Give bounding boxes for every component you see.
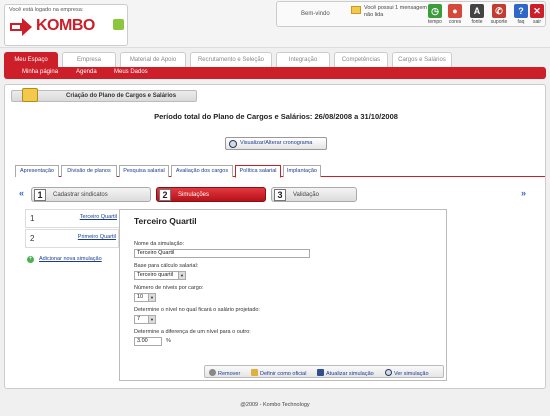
envelope-icon[interactable] xyxy=(351,6,361,14)
company-logo-box: Você está logado na empresa: KOMBO xyxy=(4,4,128,46)
magnifier-icon xyxy=(229,140,237,148)
nav-tab-meu-espaco[interactable]: Meu Espaço xyxy=(4,52,58,67)
name-label: Nome da simulação: xyxy=(134,241,185,247)
set-official-button[interactable]: Definir como oficial xyxy=(251,369,306,377)
user-box: Bem-vindo Você possui 1 mensagem não lid… xyxy=(276,1,546,27)
projected-label: Determine o nível no qual ficará o salár… xyxy=(134,307,260,313)
clock-icon: ◷ xyxy=(428,4,442,18)
simulation-toolbar: Remover Definir como oficial Atualizar s… xyxy=(204,365,444,378)
diff-label: Determine a diferença de um nível para o… xyxy=(134,329,251,335)
nav-tab-integracao[interactable]: Integração xyxy=(276,52,330,67)
nav-tab-cargos-salarios[interactable]: Cargos e Salários xyxy=(392,52,452,67)
font-icon: A xyxy=(470,4,484,18)
exit-icon: ✕ xyxy=(530,4,544,18)
nav-tab-material-apoio[interactable]: Material de Apoio xyxy=(120,52,186,67)
view-schedule-button[interactable]: Visualizar/Alterar cronograma xyxy=(225,137,327,150)
nav-tab-empresa[interactable]: Empresa xyxy=(62,52,116,67)
nav-tab-competencias[interactable]: Competências xyxy=(334,52,388,67)
hand-icon xyxy=(251,369,258,376)
tool-suporte[interactable]: ✆ suporte xyxy=(489,4,509,25)
simulation-link[interactable]: Terceiro Quartil xyxy=(80,214,117,220)
section-title: Criação do Plano de Cargos e Salários xyxy=(66,93,177,99)
subnav-agenda[interactable]: Agenda xyxy=(76,69,97,75)
puzzle-icon xyxy=(22,88,38,102)
projected-select[interactable]: 7 ▼ xyxy=(134,315,156,324)
remove-icon xyxy=(209,369,216,376)
view-schedule-label: Visualizar/Alterar cronograma xyxy=(240,140,313,146)
save-icon xyxy=(317,369,324,376)
previous-step-arrow-icon[interactable]: « xyxy=(19,188,24,198)
simulation-title: Terceiro Quartil xyxy=(134,216,197,226)
magnifier-icon xyxy=(385,369,392,376)
difference-input[interactable]: 3.00 xyxy=(134,337,162,346)
levels-select[interactable]: 10 ▼ xyxy=(134,293,156,302)
list-item: 2 Primeiro Quartil xyxy=(25,229,119,248)
section-banner: Criação do Plano de Cargos e Salários xyxy=(11,88,197,102)
sub-nav: Minha página Agenda Meus Dados xyxy=(4,67,546,79)
faq-icon: ? xyxy=(514,4,528,18)
content-panel: Criação do Plano de Cargos e Salários Pe… xyxy=(4,84,546,389)
kombo-arrow-icon xyxy=(10,18,32,36)
footer: @2009 - Kombo Technology xyxy=(240,402,310,408)
tool-cores[interactable]: ● cores xyxy=(445,4,465,25)
tab-implantacao[interactable]: Implantação xyxy=(283,165,321,177)
logo-caption: Você está logado na empresa: xyxy=(9,7,84,13)
next-step-arrow-icon[interactable]: » xyxy=(521,188,526,198)
step-simulacoes[interactable]: 2 Simulações xyxy=(156,187,266,202)
view-simulation-button[interactable]: Ver simulação xyxy=(385,369,429,377)
logo-badge-icon xyxy=(113,19,124,30)
tab-avaliacao-cargos[interactable]: Avaliação dos cargos xyxy=(171,165,233,177)
tool-tempo[interactable]: ◷ tempo xyxy=(425,4,445,25)
welcome-text: Bem-vindo xyxy=(301,11,330,17)
subnav-minha-pagina[interactable]: Minha página xyxy=(22,69,58,75)
plan-tabs: Apresentação Divisão de planos Pesquisa … xyxy=(15,163,545,178)
base-select[interactable]: Terceiro quartil ▼ xyxy=(134,271,186,280)
chevron-down-icon: ▼ xyxy=(148,316,155,323)
tool-fonte[interactable]: A fonte xyxy=(467,4,487,25)
unread-messages-link[interactable]: Você possui 1 mensagem não lida xyxy=(364,5,434,19)
simulation-name-input[interactable]: Terceiro Quartil xyxy=(134,249,310,258)
main-nav: Meu Espaço Empresa Material de Apoio Rec… xyxy=(4,52,546,67)
tab-apresentacao[interactable]: Apresentação xyxy=(15,165,59,177)
plus-icon: + xyxy=(27,256,34,263)
step-validacao[interactable]: 3 Validação xyxy=(271,187,357,202)
chevron-down-icon: ▼ xyxy=(148,294,155,301)
step-cadastrar-sindicatos[interactable]: 1 Cadastrar sindicatos xyxy=(31,187,151,202)
nav-tab-recrutamento[interactable]: Recrutamento e Seleção xyxy=(190,52,272,67)
tab-divisao-planos[interactable]: Divisão de planos xyxy=(61,165,117,177)
logo-text: KOMBO xyxy=(36,17,95,34)
plan-period: Período total do Plano de Cargos e Salár… xyxy=(154,112,398,121)
remove-button[interactable]: Remover xyxy=(209,369,240,377)
list-item: 1 Terceiro Quartil xyxy=(25,209,119,228)
chevron-down-icon: ▼ xyxy=(178,272,185,279)
subnav-meus-dados[interactable]: Meus Dados xyxy=(114,69,148,75)
percent-unit: % xyxy=(166,338,171,344)
tab-pesquisa-salarial[interactable]: Pesquisa salarial xyxy=(119,165,169,177)
support-icon: ✆ xyxy=(492,4,506,18)
base-label: Base para cálculo salarial: xyxy=(134,263,199,269)
header: Você está logado na empresa: KOMBO Bem-v… xyxy=(0,0,550,48)
simulation-link[interactable]: Primeiro Quartil xyxy=(78,234,116,240)
simulation-form: Terceiro Quartil Nome da simulação: Terc… xyxy=(119,209,447,381)
tab-politica-salarial[interactable]: Política salarial xyxy=(235,165,281,178)
update-simulation-button[interactable]: Atualizar simulação xyxy=(317,369,374,377)
palette-icon: ● xyxy=(448,4,462,18)
tool-sair[interactable]: ✕ sair xyxy=(527,4,547,25)
levels-label: Número de níveis por cargo: xyxy=(134,285,204,291)
